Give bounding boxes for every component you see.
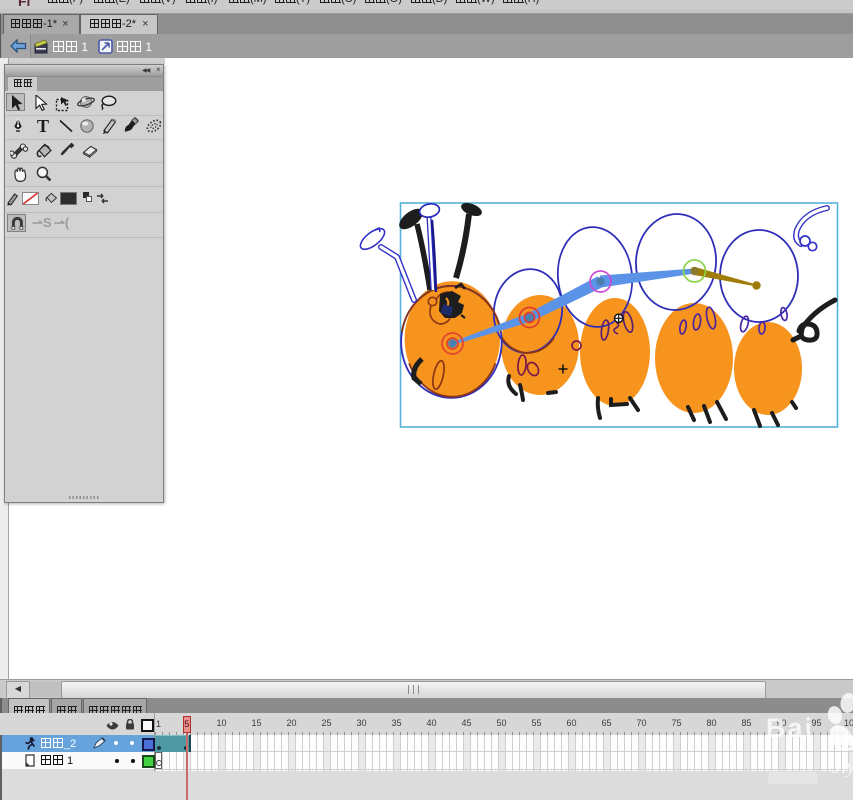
svg-text:Jiy: Jiy bbox=[832, 756, 853, 778]
